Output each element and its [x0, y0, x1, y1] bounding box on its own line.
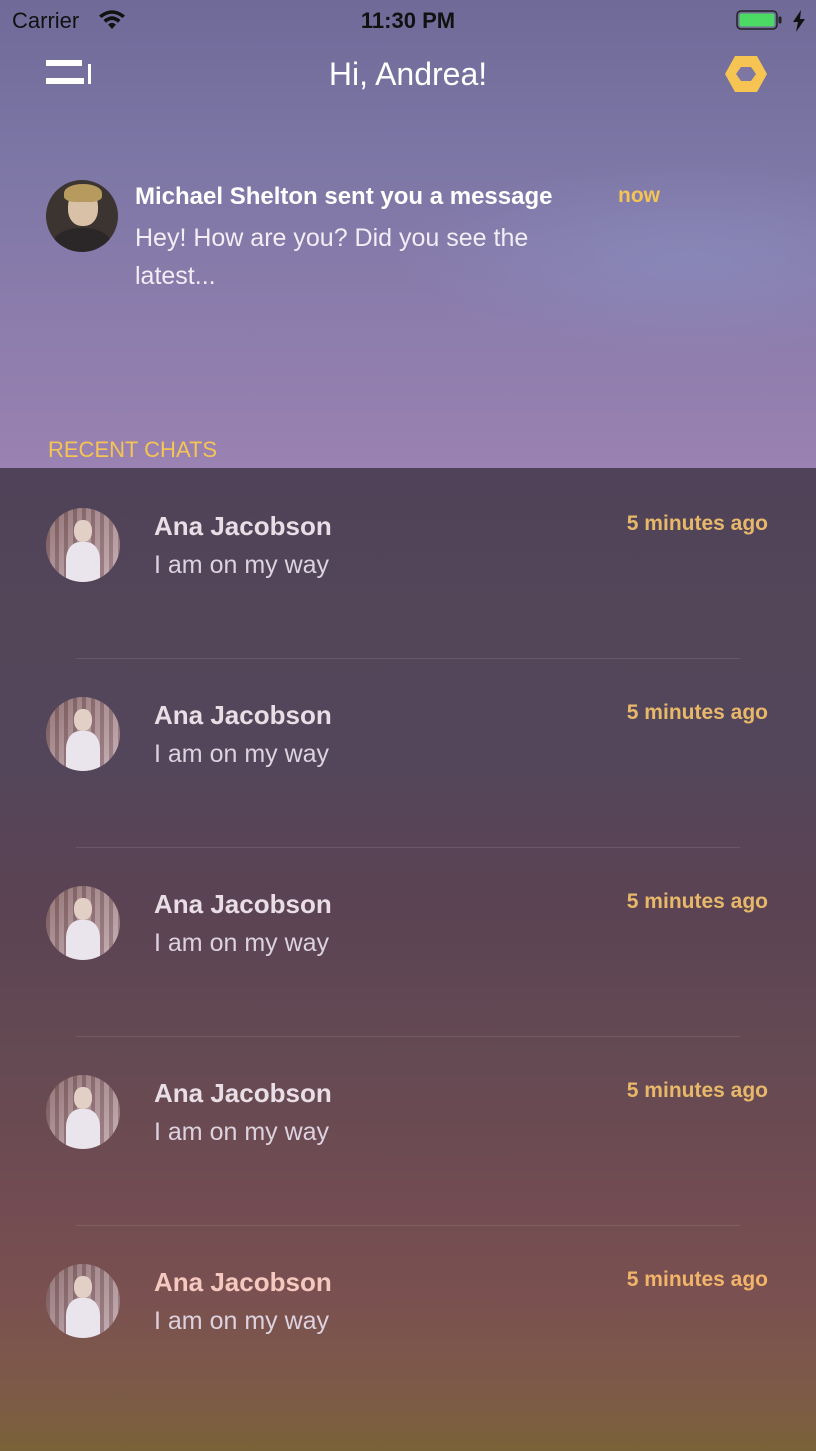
- page-title: Hi, Andrea!: [328, 56, 488, 92]
- contact-avatar: [46, 1264, 120, 1338]
- clock: 11:30 PM: [360, 8, 456, 33]
- last-message: I am on my way: [154, 1118, 330, 1146]
- hexagon-icon[interactable]: [724, 54, 768, 94]
- battery-icon: [736, 10, 782, 30]
- contact-name: Ana Jacobson: [154, 511, 332, 541]
- contact-avatar: [46, 508, 120, 582]
- contact-avatar: [46, 1075, 120, 1149]
- contact-name: Ana Jacobson: [154, 889, 332, 919]
- message-time: 5 minutes ago: [626, 512, 768, 535]
- notification-title[interactable]: Michael Shelton sent you a message: [135, 183, 552, 211]
- last-message: I am on my way: [154, 929, 330, 957]
- last-message: I am on my way: [154, 740, 330, 768]
- chat-list-item[interactable]: Ana Jacobson I am on my way 5 minutes ag…: [0, 848, 816, 1037]
- contact-name: Ana Jacobson: [154, 700, 332, 730]
- chat-list-item[interactable]: Ana Jacobson I am on my way 5 minutes ag…: [0, 1037, 816, 1226]
- message-time: 5 minutes ago: [626, 1079, 768, 1102]
- contact-avatar: [46, 886, 120, 960]
- sender-avatar[interactable]: [46, 180, 118, 252]
- notification-preview[interactable]: Hey! How are you? Did you see the latest…: [135, 219, 595, 295]
- recent-chats-heading: RECENT CHATS: [48, 437, 218, 462]
- notification-time: now: [618, 184, 660, 207]
- chat-list-item[interactable]: Ana Jacobson I am on my way 5 minutes ag…: [0, 470, 816, 659]
- charging-bolt-icon: [793, 10, 805, 32]
- message-time: 5 minutes ago: [626, 890, 768, 913]
- last-message: I am on my way: [154, 551, 330, 579]
- contact-avatar: [46, 697, 120, 771]
- last-message: I am on my way: [154, 1307, 330, 1335]
- contact-name: Ana Jacobson: [154, 1267, 332, 1297]
- contact-name: Ana Jacobson: [154, 1078, 332, 1108]
- message-time: 5 minutes ago: [626, 701, 768, 724]
- chat-list-item[interactable]: Ana Jacobson I am on my way 5 minutes ag…: [0, 659, 816, 848]
- chat-list-item[interactable]: Ana Jacobson I am on my way 5 minutes ag…: [0, 1226, 816, 1415]
- status-bar: Carrier 11:30 PM: [0, 0, 816, 42]
- message-time: 5 minutes ago: [626, 1268, 768, 1291]
- chat-home-screen: Carrier 11:30 PM Hi, Andrea! Michael She…: [0, 0, 816, 1451]
